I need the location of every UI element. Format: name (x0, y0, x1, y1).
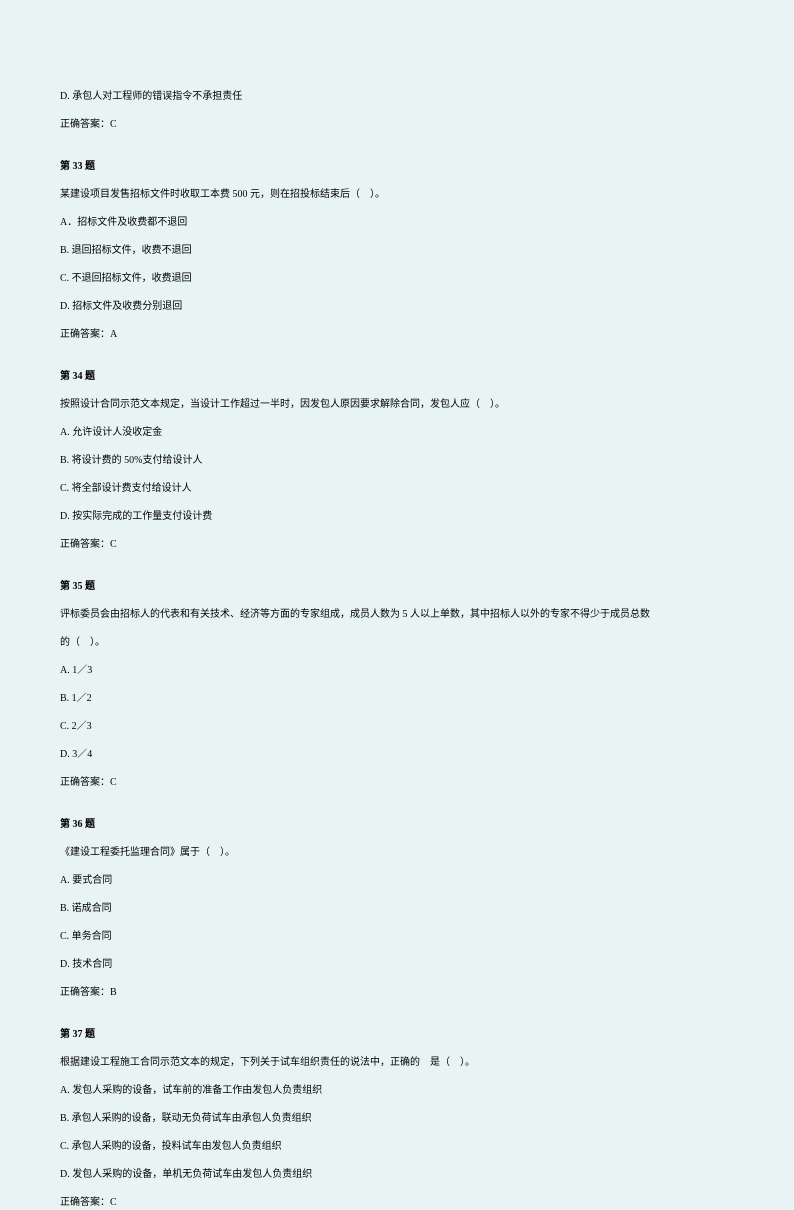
q34-answer: 正确答案：C (60, 538, 734, 552)
q34-option-d: D. 按实际完成的工作量支付设计费 (60, 510, 734, 524)
q36-option-d: D. 技术合同 (60, 958, 734, 972)
q34-stem: 按照设计合同示范文本规定，当设计工作超过一半时，因发包人原因要求解除合同，发包人… (60, 398, 734, 412)
q36-option-a: A. 要式合同 (60, 874, 734, 888)
q36-option-b: B. 诺成合同 (60, 902, 734, 916)
q33-header: 第 33 题 (60, 160, 734, 174)
q33-option-d: D. 招标文件及收费分别退回 (60, 300, 734, 314)
q34-option-a: A. 允许设计人没收定金 (60, 426, 734, 440)
q36-answer: 正确答案：B (60, 986, 734, 1000)
q35-stem-line1: 评标委员会由招标人的代表和有关技术、经济等方面的专家组成，成员人数为 5 人以上… (60, 608, 734, 622)
q34-option-b: B. 将设计费的 50%支付给设计人 (60, 454, 734, 468)
q37-option-b: B. 承包人采购的设备，联动无负荷试车由承包人负责组织 (60, 1112, 734, 1126)
q35-header: 第 35 题 (60, 580, 734, 594)
q37-option-a: A. 发包人采购的设备，试车前的准备工作由发包人负责组织 (60, 1084, 734, 1098)
q35-option-d: D. 3／4 (60, 748, 734, 762)
q32-option-d: D. 承包人对工程师的错误指令不承担责任 (60, 90, 734, 104)
q36-header: 第 36 题 (60, 818, 734, 832)
q34-header: 第 34 题 (60, 370, 734, 384)
q36-option-c: C. 单务合同 (60, 930, 734, 944)
q35-option-c: C. 2／3 (60, 720, 734, 734)
q33-option-b: B. 退回招标文件，收费不退回 (60, 244, 734, 258)
q37-option-d: D. 发包人采购的设备，单机无负荷试车由发包人负责组织 (60, 1168, 734, 1182)
q33-stem: 某建设项目发售招标文件时收取工本费 500 元，则在招投标结束后（ ）。 (60, 188, 734, 202)
q37-stem: 根据建设工程施工合同示范文本的规定，下列关于试车组织责任的说法中，正确的 是（ … (60, 1056, 734, 1070)
q37-option-c: C. 承包人采购的设备，投料试车由发包人负责组织 (60, 1140, 734, 1154)
q35-option-b: B. 1／2 (60, 692, 734, 706)
q33-option-a: A．招标文件及收费都不退回 (60, 216, 734, 230)
q33-answer: 正确答案：A (60, 328, 734, 342)
q35-stem-line2: 的（ ）。 (60, 636, 734, 650)
q35-option-a: A. 1／3 (60, 664, 734, 678)
q37-header: 第 37 题 (60, 1028, 734, 1042)
q34-option-c: C. 将全部设计费支付给设计人 (60, 482, 734, 496)
q32-answer: 正确答案：C (60, 118, 734, 132)
q37-answer: 正确答案：C (60, 1196, 734, 1210)
q36-stem: 《建设工程委托监理合同》属于（ ）。 (60, 846, 734, 860)
q35-answer: 正确答案：C (60, 776, 734, 790)
q33-option-c: C. 不退回招标文件，收费退回 (60, 272, 734, 286)
